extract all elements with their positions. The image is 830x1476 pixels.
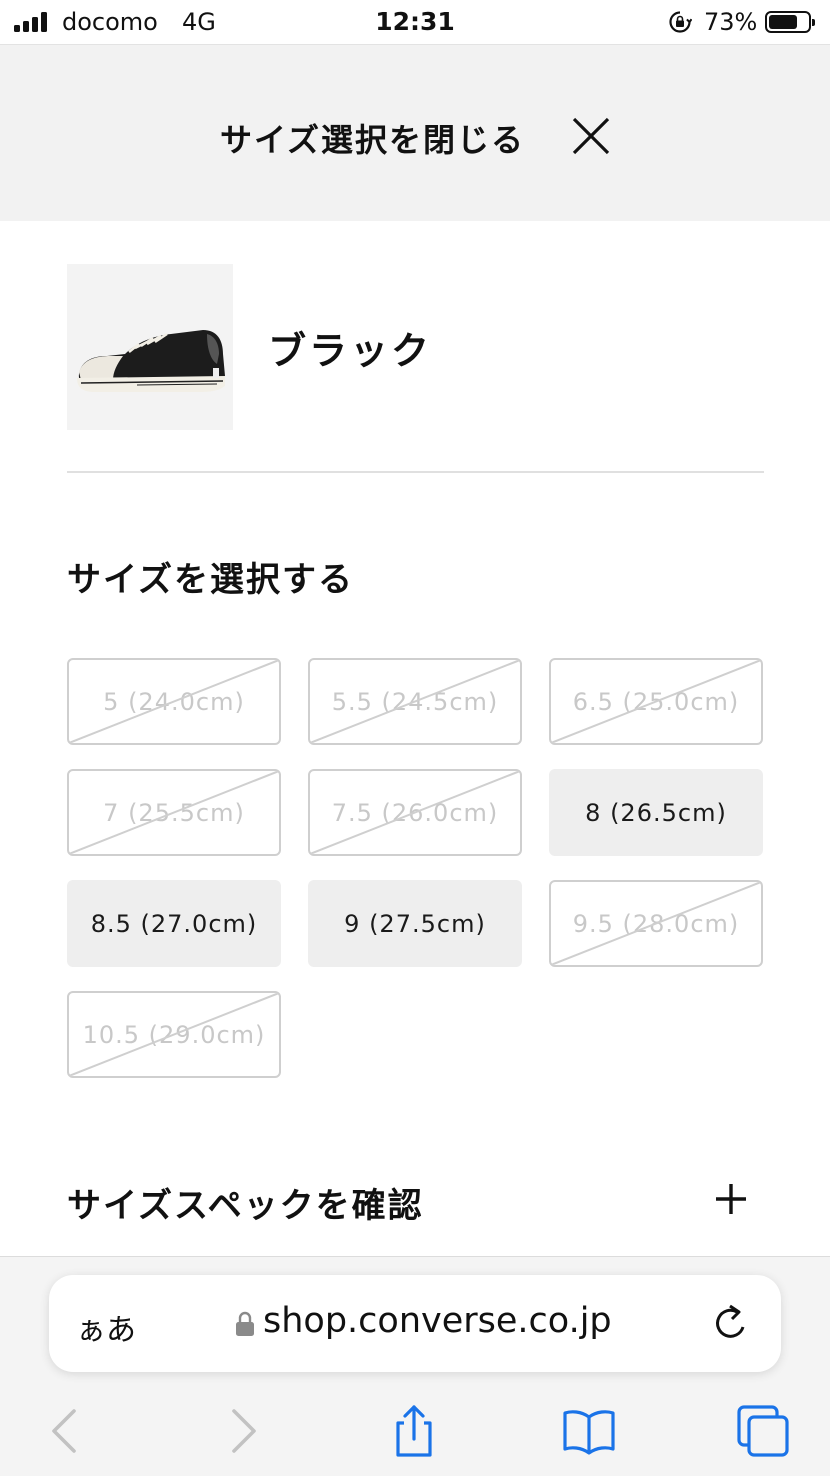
- size-option-sold-out: 7.5 (26.0cm): [308, 769, 522, 856]
- bookmarks-icon[interactable]: [561, 1403, 617, 1459]
- browser-toolbar: ぁあ shop.converse.co.jp: [0, 1256, 830, 1476]
- orientation-lock-icon: [669, 11, 692, 33]
- size-option-label: 8 (26.5cm): [585, 798, 727, 827]
- back-icon[interactable]: [36, 1403, 92, 1459]
- divider: [67, 471, 764, 473]
- plus-icon[interactable]: [714, 1182, 748, 1216]
- reload-icon[interactable]: [713, 1303, 751, 1343]
- url-text[interactable]: shop.converse.co.jp: [263, 1301, 612, 1341]
- page-settings-button[interactable]: ぁあ: [76, 1305, 136, 1349]
- size-section-heading: サイズを選択する: [67, 560, 354, 600]
- close-size-selection-bar[interactable]: サイズ選択を閉じる: [0, 44, 830, 221]
- size-spec-label[interactable]: サイズスペックを確認: [67, 1178, 424, 1227]
- close-icon[interactable]: [570, 115, 612, 157]
- size-option-label: 9 (27.5cm): [344, 909, 486, 938]
- sold-out-strike: [551, 882, 761, 965]
- battery-icon: [765, 11, 815, 33]
- sneaker-image: [77, 330, 225, 392]
- close-size-selection-label[interactable]: サイズ選択を閉じる: [220, 115, 525, 161]
- sold-out-strike: [310, 660, 520, 743]
- size-option[interactable]: 9 (27.5cm): [308, 880, 522, 967]
- share-icon[interactable]: [386, 1403, 442, 1459]
- sold-out-strike: [69, 993, 279, 1076]
- sold-out-strike: [69, 771, 279, 854]
- product-color-name: ブラック: [268, 329, 433, 373]
- battery-percent: 73%: [704, 8, 758, 36]
- sold-out-strike: [551, 660, 761, 743]
- size-option-sold-out: 7 (25.5cm): [67, 769, 281, 856]
- size-options-grid: 5 (24.0cm) 5.5 (24.5cm) 6.5 (25.0cm) 7 (25.…: [67, 658, 764, 1078]
- sold-out-strike: [69, 660, 279, 743]
- size-option-label: 8.5 (27.0cm): [90, 909, 258, 938]
- product-thumbnail: [67, 264, 233, 430]
- size-option-sold-out: 6.5 (25.0cm): [549, 658, 763, 745]
- sold-out-strike: [310, 771, 520, 854]
- tabs-icon[interactable]: [735, 1403, 791, 1459]
- size-option-sold-out: 5.5 (24.5cm): [308, 658, 522, 745]
- size-option-sold-out: 9.5 (28.0cm): [549, 880, 763, 967]
- size-option[interactable]: 8 (26.5cm): [549, 769, 763, 856]
- forward-icon[interactable]: [216, 1403, 272, 1459]
- address-bar[interactable]: ぁあ shop.converse.co.jp: [49, 1275, 781, 1372]
- size-option-sold-out: 5 (24.0cm): [67, 658, 281, 745]
- size-option-sold-out: 10.5 (29.0cm): [67, 991, 281, 1078]
- lock-icon: [236, 1311, 254, 1336]
- size-option[interactable]: 8.5 (27.0cm): [67, 880, 281, 967]
- status-bar: docomo 4G 12:31 73%: [0, 0, 830, 44]
